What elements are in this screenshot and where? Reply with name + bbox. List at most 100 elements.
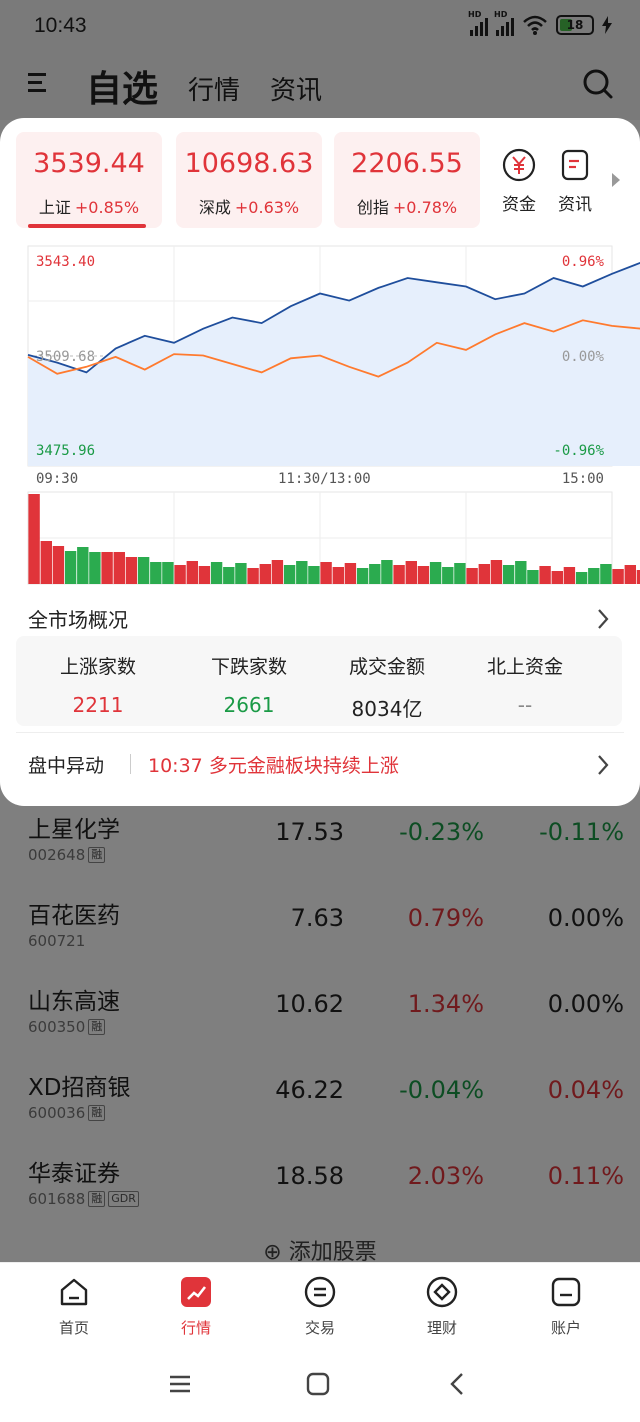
index-card-shanghai[interactable]: 3539.44 上证 +0.85% — [16, 132, 162, 228]
volume-bar — [125, 557, 138, 584]
stat-value: 8034亿 — [351, 697, 423, 721]
stat-value: 2661 — [223, 693, 275, 717]
volume-bar — [235, 563, 247, 584]
index-change: +0.78% — [392, 198, 458, 217]
index-name: 深成 — [198, 198, 231, 217]
stat-northbound: 北上资金 -- — [460, 652, 590, 717]
volume-bar — [393, 565, 405, 584]
market-overview-card: 3539.44 上证 +0.85% 10698.63 深成 +0.63% 2206.… — [0, 118, 640, 806]
volume-bar — [344, 563, 357, 584]
volume-bar — [186, 561, 198, 584]
more-arrow-icon[interactable] — [612, 173, 620, 187]
volume-bar — [442, 567, 454, 584]
stat-advancers: 上涨家数 2211 — [33, 652, 163, 717]
quick-link-funds[interactable]: 资金 — [494, 148, 544, 215]
volume-bar — [101, 552, 113, 584]
alert-text: 多元金融板块持续上涨 — [208, 755, 399, 777]
nav-account[interactable]: 账户 — [516, 1275, 616, 1338]
index-value: 2206.55 — [351, 148, 463, 179]
pct-low-label: -0.96% — [553, 443, 604, 459]
nav-home[interactable]: 首页 — [24, 1275, 124, 1338]
chevron-right-icon[interactable] — [596, 754, 610, 776]
alert-separator — [130, 754, 131, 774]
volume-bar — [600, 564, 612, 584]
volume-bar — [40, 541, 52, 584]
pct-high-label: 0.96% — [561, 254, 604, 270]
nav-label: 行情 — [180, 1319, 211, 1337]
home-button-icon[interactable] — [306, 1372, 330, 1396]
time-end-label: 15:00 — [561, 471, 604, 487]
nav-label: 首页 — [58, 1319, 89, 1337]
recent-apps-icon[interactable] — [168, 1372, 192, 1396]
nav-label: 账户 — [550, 1319, 581, 1337]
volume-bar — [296, 561, 308, 584]
index-card-shenzhen[interactable]: 10698.63 深成 +0.63% — [176, 132, 322, 228]
price-high-label: 3543.40 — [36, 254, 96, 270]
volume-bar — [612, 569, 624, 584]
volume-bar — [624, 565, 636, 584]
volume-bar — [28, 494, 40, 584]
nav-trade[interactable]: 交易 — [270, 1275, 370, 1338]
market-icon — [181, 1277, 211, 1307]
volume-bar — [150, 562, 162, 584]
nav-label: 理财 — [426, 1319, 457, 1337]
volume-bar — [563, 567, 576, 584]
wealth-icon — [426, 1276, 458, 1308]
trade-icon — [304, 1276, 336, 1308]
nav-label: 交易 — [304, 1319, 335, 1337]
overview-title[interactable]: 全市场概况 — [28, 604, 128, 633]
volume-bar — [502, 565, 515, 584]
price-mid-label: 3509.68 — [36, 349, 96, 365]
volume-bar — [515, 561, 527, 584]
nav-market[interactable]: 行情 — [146, 1275, 246, 1338]
volume-bar — [223, 567, 235, 584]
quick-link-label: 资金 — [502, 195, 536, 215]
time-start-label: 09:30 — [36, 471, 79, 487]
stat-value: 2211 — [72, 693, 124, 717]
divider — [16, 732, 624, 733]
stat-label: 上涨家数 — [59, 656, 136, 678]
volume-bar — [283, 565, 296, 584]
volume-bar — [369, 564, 381, 584]
intraday-chart-svg — [27, 245, 640, 585]
volume-bar — [89, 552, 101, 584]
volume-bar — [320, 562, 332, 584]
volume-bar — [588, 568, 600, 584]
stat-label: 下跌家数 — [210, 656, 287, 678]
volume-bar — [64, 551, 77, 584]
volume-bar — [429, 562, 442, 584]
volume-bar — [308, 566, 320, 584]
back-icon[interactable] — [446, 1372, 470, 1396]
index-name: 上证 — [38, 198, 71, 217]
price-low-label: 3475.96 — [36, 443, 96, 459]
volume-bar — [356, 568, 369, 584]
index-card-chinext[interactable]: 2206.55 创指 +0.78% — [334, 132, 480, 228]
volume-bar — [575, 572, 588, 584]
pct-mid-label: 0.00% — [561, 349, 604, 365]
stat-label: 北上资金 — [486, 656, 563, 678]
quick-link-news[interactable]: 资讯 — [550, 148, 600, 215]
system-nav-bar — [0, 1350, 640, 1422]
nav-wealth[interactable]: 理财 — [392, 1275, 492, 1338]
volume-bar — [52, 546, 65, 584]
volume-bar — [405, 561, 417, 584]
index-value: 3539.44 — [33, 148, 145, 179]
volume-bar — [271, 560, 284, 584]
series-area — [28, 262, 640, 466]
chevron-right-icon[interactable] — [596, 608, 610, 630]
volume-bar — [113, 552, 125, 584]
alert-message[interactable]: 10:37 多元金融板块持续上涨 — [148, 751, 399, 778]
intraday-chart[interactable]: 3543.40 3509.68 3475.96 0.96% 0.00% -0.9… — [0, 244, 640, 594]
stat-label: 成交金额 — [348, 656, 425, 678]
stat-value: -- — [517, 693, 533, 717]
volume-bar — [259, 564, 271, 584]
yuan-icon — [502, 148, 536, 182]
alert-time: 10:37 — [148, 755, 203, 777]
volume-bar — [210, 562, 223, 584]
index-change: +0.85% — [74, 198, 140, 217]
volume-bar — [527, 570, 539, 584]
volume-bar — [332, 567, 344, 584]
volume-bar — [198, 566, 211, 584]
volume-bar — [77, 547, 89, 584]
index-value: 10698.63 — [184, 148, 314, 179]
